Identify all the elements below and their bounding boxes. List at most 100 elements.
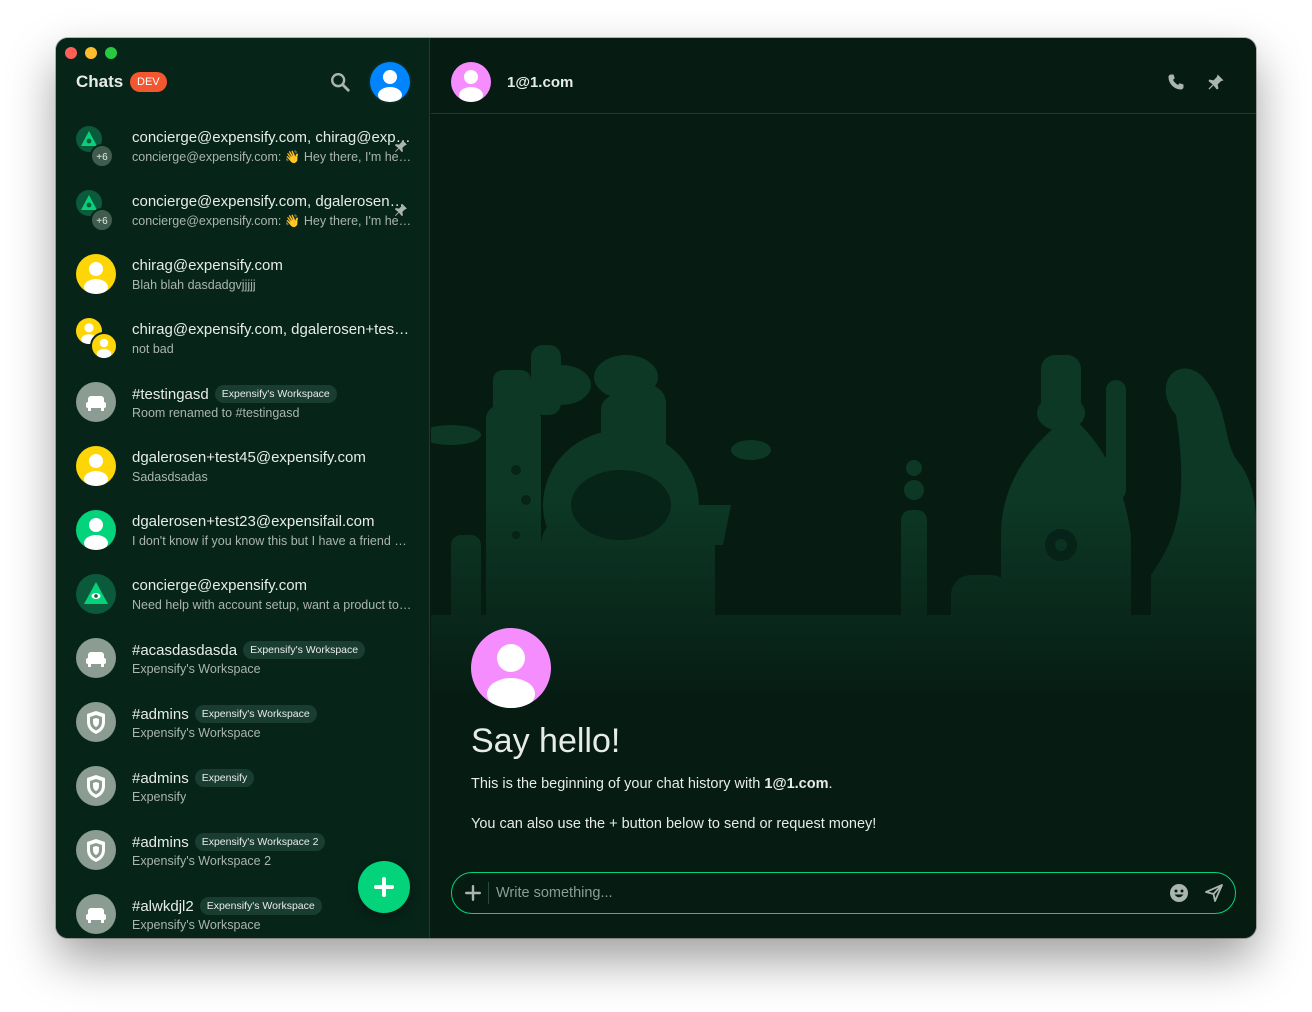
chat-preview: concierge@expensify.com: 👋 Hey there, I'…: [132, 214, 412, 228]
group-avatar: +6: [76, 190, 116, 232]
minimize-window-button[interactable]: [85, 47, 97, 59]
chat-name: #testingasd Expensify's Workspace: [132, 385, 337, 403]
chat-name: #admins Expensify's Workspace 2: [132, 833, 326, 851]
chat-row[interactable]: dgalerosen+test23@expensifail.com I don'…: [56, 498, 429, 562]
room-avatar: [76, 830, 116, 870]
welcome-heading: Say hello!: [471, 722, 621, 760]
workspace-badge: Expensify's Workspace: [194, 705, 317, 723]
chat-view: 1@1.com Say hello! This is the beginning…: [431, 38, 1256, 938]
chat-row[interactable]: #testingasd Expensify's Workspace Room re…: [56, 370, 429, 434]
workspace-badge: Expensify's Workspace 2: [194, 833, 326, 851]
sidebar-title: Chats: [76, 72, 124, 91]
chat-name: chirag@expensify.com: [132, 257, 283, 274]
chat-name: concierge@expensify.com, chirag@expensif…: [132, 129, 412, 146]
chat-name: #admins Expensify's Workspace: [132, 705, 317, 723]
chat-name: dgalerosen+test23@expensifail.com: [132, 513, 375, 530]
chat-title[interactable]: 1@1.com: [507, 74, 573, 91]
room-avatar: [76, 638, 116, 678]
chat-preview: Expensify: [132, 790, 187, 804]
chat-name: chirag@expensify.com, dgalerosen+test45@…: [132, 321, 412, 338]
concierge-avatar: [76, 574, 116, 614]
chat-name: #acasdasdasda Expensify's Workspace: [132, 641, 366, 659]
emoji-icon[interactable]: [1169, 883, 1189, 903]
workspace-badge: Expensify: [194, 769, 255, 787]
user-silhouette-icon: [459, 70, 483, 102]
user-avatar: [76, 254, 116, 294]
chat-name: concierge@expensify.com, dgalerosen+test…: [132, 193, 412, 210]
chat-preview: Sadasdsadas: [132, 470, 208, 484]
room-avatar: [76, 702, 116, 742]
chat-row[interactable]: chirag@expensify.com, dgalerosen+test45@…: [56, 306, 429, 370]
chat-row[interactable]: +6 concierge@expensify.com, dgalerosen+t…: [56, 178, 429, 242]
chat-row[interactable]: dgalerosen+test45@expensify.com Sadasdsa…: [56, 434, 429, 498]
user-silhouette-icon: [378, 70, 402, 102]
user-silhouette-icon: [84, 518, 108, 550]
sidebar: Chats DEV +6 concierge@expensify.com, ch…: [56, 38, 430, 938]
pin-icon[interactable]: [1206, 72, 1226, 92]
money-hint: You can also use the + button below to s…: [471, 816, 877, 832]
armchair-icon: [86, 908, 106, 923]
room-name: #testingasd: [132, 386, 209, 403]
pin-icon: [395, 204, 407, 216]
chat-row[interactable]: +6 concierge@expensify.com, chirag@expen…: [56, 114, 429, 178]
chat-row[interactable]: chirag@expensify.com Blah blah dasdadgvj…: [56, 242, 429, 306]
room-avatar: [76, 766, 116, 806]
welcome-background-illustration: [431, 115, 1256, 705]
contact-name[interactable]: 1@1.com: [764, 776, 828, 792]
room-name: #acasdasdasda: [132, 642, 238, 659]
chat-row[interactable]: #admins Expensify's Workspace Expensify's…: [56, 690, 429, 754]
chat-row[interactable]: #acasdasdasda Expensify's Workspace Expen…: [56, 626, 429, 690]
shield-icon: [87, 839, 105, 862]
welcome-message: This is the beginning of your chat histo…: [471, 776, 833, 792]
group-avatar: +6: [76, 126, 116, 168]
contact-avatar[interactable]: [471, 628, 551, 708]
chat-row[interactable]: concierge@expensify.com Need help with a…: [56, 562, 429, 626]
new-chat-button[interactable]: [358, 861, 410, 913]
user-silhouette-icon: [84, 262, 108, 294]
message-input[interactable]: [496, 881, 1156, 905]
zoom-window-button[interactable]: [105, 47, 117, 59]
plus-icon[interactable]: [463, 883, 483, 903]
chat-preview: Blah blah dasdadgvjjjjj: [132, 278, 256, 292]
workspace-badge: Expensify's Workspace: [243, 641, 366, 659]
chat-preview: Room renamed to #testingasd: [132, 406, 300, 420]
room-name: #admins: [132, 834, 189, 851]
group-avatar: [76, 318, 118, 360]
chat-list: +6 concierge@expensify.com, chirag@expen…: [56, 114, 429, 938]
user-avatar: [76, 510, 116, 550]
chat-preview: Expensify's Workspace 2: [132, 854, 272, 868]
room-name: #admins: [132, 706, 189, 723]
chat-name: concierge@expensify.com: [132, 577, 308, 594]
user-avatar: [90, 332, 118, 360]
chat-preview: I don't know if you know this but I have…: [132, 534, 412, 548]
close-window-button[interactable]: [65, 47, 77, 59]
room-name: #admins: [132, 770, 189, 787]
phone-icon[interactable]: [1166, 72, 1186, 92]
chat-preview: not bad: [132, 342, 174, 356]
pin-icon: [395, 140, 407, 152]
chat-preview: Expensify's Workspace: [132, 918, 261, 932]
welcome-message-suffix: .: [828, 776, 833, 792]
concierge-icon: [84, 582, 108, 604]
send-icon[interactable]: [1204, 883, 1224, 903]
chat-preview: concierge@expensify.com: 👋 Hey there, I'…: [132, 150, 412, 164]
chat-avatar[interactable]: [451, 62, 491, 102]
user-silhouette-icon: [487, 644, 535, 708]
window-controls: [65, 47, 117, 59]
environment-badge: DEV: [130, 72, 167, 92]
shield-icon: [87, 711, 105, 734]
room-avatar: [76, 894, 116, 934]
workspace-badge: Expensify's Workspace: [214, 385, 337, 403]
profile-avatar[interactable]: [370, 62, 410, 102]
search-icon[interactable]: [329, 71, 351, 93]
chat-name: #admins Expensify: [132, 769, 255, 787]
participant-count: +6: [90, 208, 114, 232]
chat-row[interactable]: #admins Expensify Expensify: [56, 754, 429, 818]
chat-preview: Expensify's Workspace: [132, 726, 261, 740]
room-name: #alwkdjl2: [132, 898, 194, 915]
plus-icon: [374, 877, 394, 897]
welcome-message-prefix: This is the beginning of your chat histo…: [471, 776, 765, 792]
user-silhouette-icon: [96, 338, 112, 358]
armchair-icon: [86, 652, 106, 667]
shield-icon: [87, 775, 105, 798]
